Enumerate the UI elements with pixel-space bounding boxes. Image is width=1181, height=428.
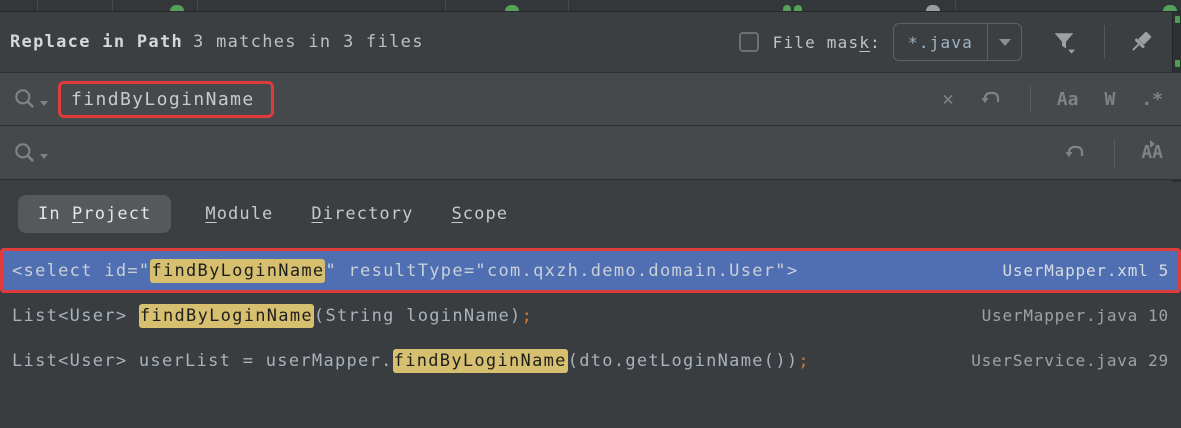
- chevron-down-icon: [998, 38, 1011, 46]
- replace-in-path-dialog: Replace in Path 3 matches in 3 files Fil…: [0, 12, 1181, 383]
- pin-icon: [1132, 31, 1152, 51]
- tab-label: cope: [462, 204, 509, 224]
- result-file: UserService.java: [971, 351, 1139, 370]
- code-text: <select id=": [12, 260, 151, 281]
- scope-tab[interactable]: In Project: [18, 195, 172, 233]
- match-highlight: findByLoginName: [392, 348, 568, 373]
- tab-mnemonic: P: [72, 204, 84, 224]
- result-location: UserMapper.java 10: [968, 306, 1169, 325]
- result-line: 10: [1148, 306, 1169, 325]
- pin-button[interactable]: [1127, 28, 1155, 56]
- toolbar-icon-partial: [926, 5, 940, 11]
- clear-search-icon[interactable]: ✕: [942, 88, 953, 110]
- header-controls: File mask: *.java: [738, 23, 1155, 61]
- tab-mnemonic: M: [205, 204, 217, 224]
- strip-separator: [955, 0, 956, 11]
- options-separator: [1114, 138, 1116, 167]
- result-code: <select id="findByLoginName" resultType=…: [12, 258, 799, 283]
- newline-icon[interactable]: [1064, 141, 1088, 165]
- match-highlight: findByLoginName: [138, 303, 314, 328]
- replace-options: AA: [1064, 138, 1163, 167]
- run-icon-partial: [794, 5, 802, 11]
- search-history-caret-icon: [40, 100, 48, 106]
- strip-separator: [37, 0, 38, 11]
- code-text: (String loginName): [313, 305, 522, 326]
- tab-label: In: [38, 204, 73, 224]
- result-row[interactable]: List<User> findByLoginName(String loginN…: [0, 293, 1181, 338]
- result-code: List<User> userList = userMapper.findByL…: [12, 348, 810, 373]
- editor-text-partial: [1163, 5, 1177, 11]
- whole-words-toggle[interactable]: W: [1104, 89, 1115, 110]
- scope-tab[interactable]: Directory: [307, 195, 417, 233]
- file-mask-value: *.java: [908, 32, 973, 52]
- code-text: List<User>: [12, 305, 139, 326]
- code-text: " resultType="com.qxzh.demo.domain.User"…: [325, 260, 799, 281]
- dialog-title: Replace in Path: [10, 32, 184, 52]
- scope-tab[interactable]: Scope: [447, 195, 512, 233]
- strip-separator: [445, 0, 446, 11]
- match-case-toggle[interactable]: Aa: [1057, 89, 1079, 110]
- result-row[interactable]: List<User> userList = userMapper.findByL…: [0, 338, 1181, 383]
- result-code: List<User> findByLoginName(String loginN…: [12, 303, 534, 328]
- file-mask-label-colon: :: [870, 32, 881, 52]
- scope-tabs: In Project Module Directory Scope: [0, 180, 1181, 248]
- tab-label: irectory: [322, 204, 414, 224]
- search-icon[interactable]: [12, 86, 48, 112]
- run-icon-partial: [170, 5, 184, 11]
- search-options: ✕ Aa W .*: [942, 85, 1163, 113]
- file-mask-mnemonic: k: [859, 32, 871, 52]
- result-file: UserMapper.java: [981, 306, 1139, 325]
- code-text: List<User> userList = userMapper.: [12, 350, 393, 371]
- tab-mnemonic: S: [451, 204, 463, 224]
- options-separator: [1029, 85, 1031, 113]
- file-mask-combobox[interactable]: *.java: [893, 23, 1022, 61]
- search-query-annotated[interactable]: findByLoginName: [58, 80, 274, 118]
- result-line: 29: [1148, 351, 1169, 370]
- replace-history-caret-icon: [40, 154, 48, 159]
- strip-separator: [568, 0, 569, 11]
- strip-separator: [197, 0, 198, 11]
- tab-label: roject: [83, 204, 152, 224]
- result-location: UserService.java 29: [957, 351, 1169, 370]
- result-line: 5: [1158, 261, 1169, 280]
- tab-label: odule: [216, 204, 274, 224]
- code-text: ;: [521, 305, 534, 326]
- run-icon-partial: [783, 5, 791, 11]
- strip-separator: [112, 0, 113, 11]
- result-location: UserMapper.xml 5: [989, 261, 1170, 280]
- file-mask-dropdown-button[interactable]: [987, 24, 1021, 60]
- replace-field[interactable]: AA: [0, 126, 1181, 180]
- results-list: <select id="findByLoginName" resultType=…: [0, 248, 1181, 383]
- editor-text-partial: [1175, 60, 1180, 67]
- file-mask-checkbox[interactable]: [738, 32, 759, 52]
- filter-button[interactable]: [1050, 28, 1078, 56]
- background-editor-strip: [0, 0, 1181, 12]
- tab-mnemonic: D: [311, 204, 323, 224]
- dialog-header: Replace in Path 3 matches in 3 files Fil…: [0, 12, 1181, 72]
- editor-text-partial: [1175, 16, 1180, 23]
- run-icon-partial: [505, 5, 519, 11]
- file-mask-label-text: File mas: [772, 32, 860, 52]
- result-row[interactable]: <select id="findByLoginName" resultType=…: [0, 248, 1181, 293]
- preserve-case-toggle[interactable]: AA: [1141, 140, 1163, 163]
- find-in-path-dialog: Replace in Path 3 matches in 3 files Fil…: [0, 0, 1181, 428]
- result-file: UserMapper.xml: [1002, 261, 1149, 280]
- header-separator: [1104, 25, 1105, 59]
- code-text: (dto.getLoginName()): [567, 350, 799, 371]
- search-field[interactable]: findByLoginName ✕ Aa W .*: [0, 72, 1181, 126]
- code-text: ;: [798, 350, 810, 371]
- file-mask-label: File mask:: [773, 33, 881, 52]
- match-summary: 3 matches in 3 files: [193, 32, 424, 52]
- scope-tab[interactable]: Module: [201, 195, 277, 233]
- newline-icon[interactable]: [980, 87, 1004, 111]
- filter-icon: [1054, 33, 1076, 54]
- replace-icon[interactable]: [12, 140, 48, 166]
- regex-toggle[interactable]: .*: [1141, 89, 1163, 110]
- match-highlight: findByLoginName: [150, 258, 326, 283]
